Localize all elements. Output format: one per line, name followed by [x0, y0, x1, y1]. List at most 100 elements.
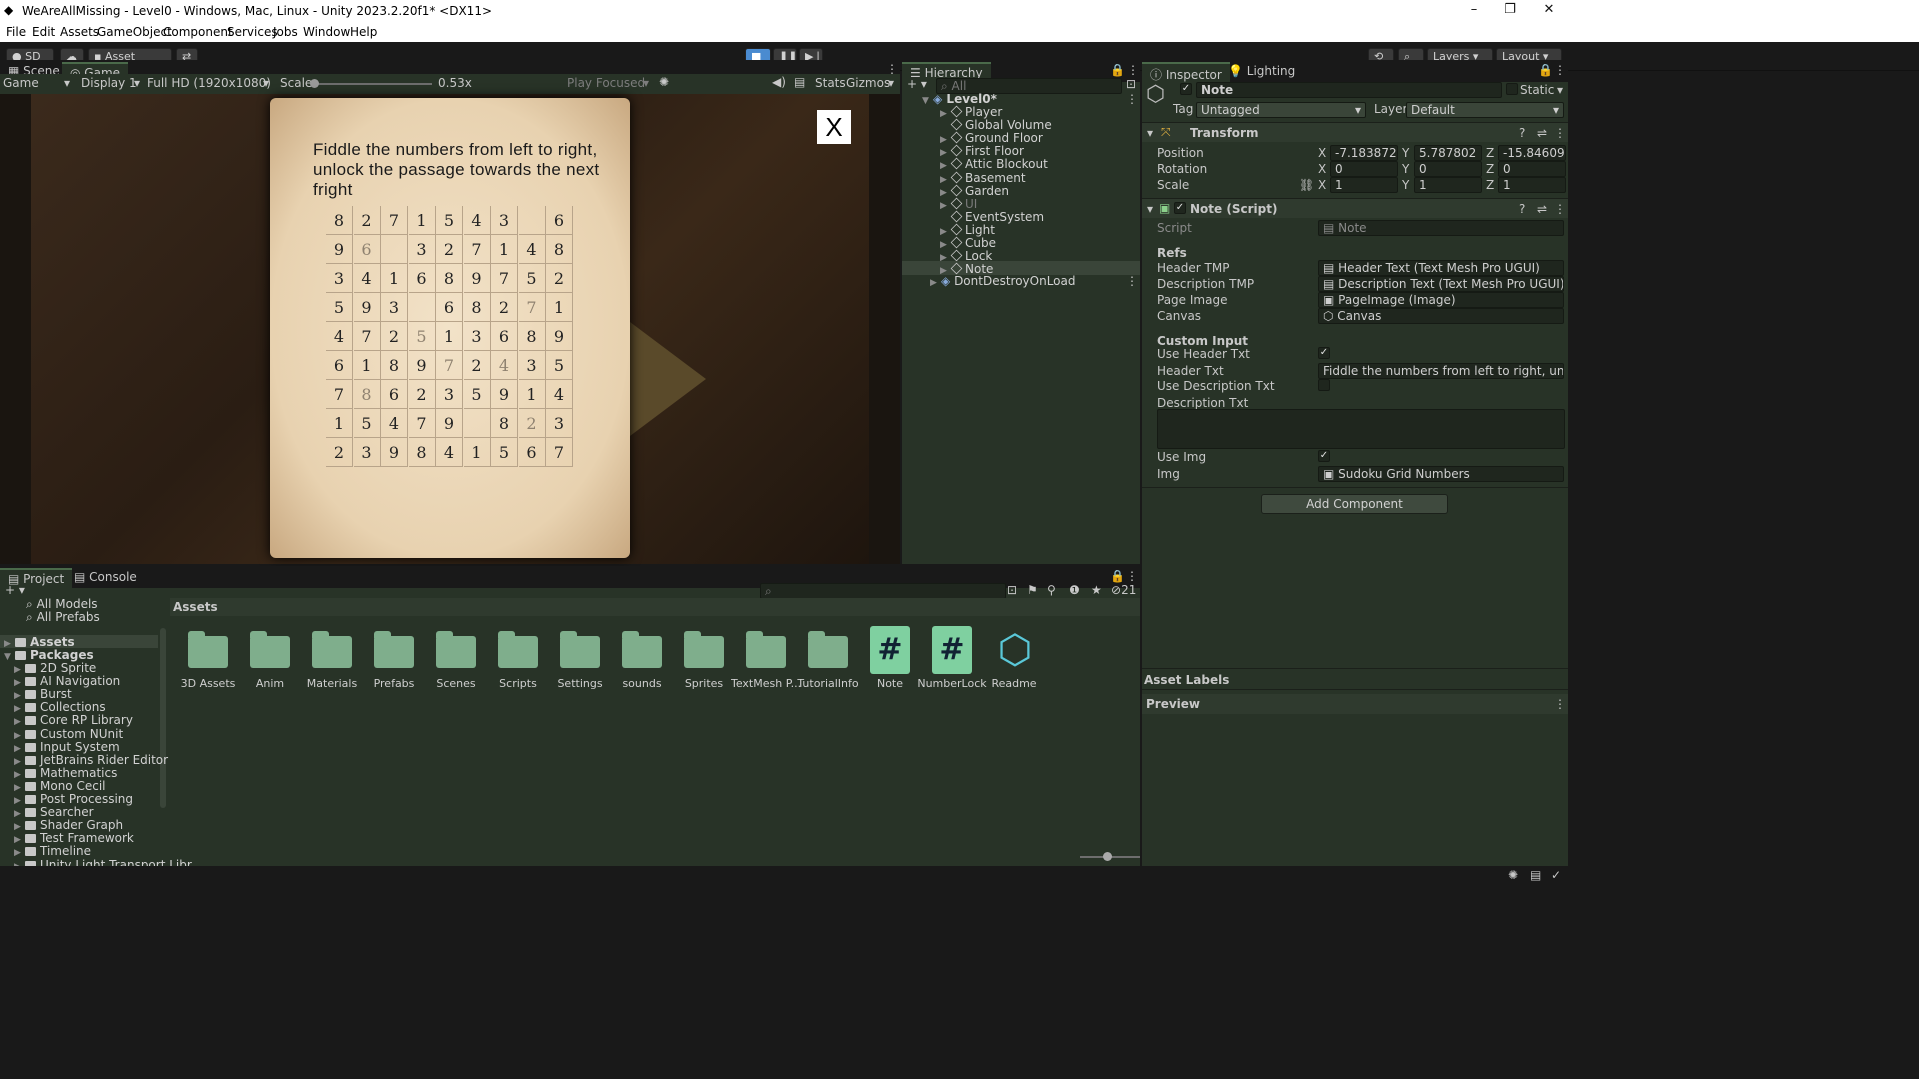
folder-icon[interactable] — [312, 631, 352, 668]
description-tmp-field[interactable]: ▤ Description Text (Text Mesh Pro UGUI) — [1318, 276, 1564, 292]
hidden-packages-toggle[interactable]: ⊘21 — [1111, 583, 1136, 597]
game-mode-arrow-icon[interactable]: ▾ — [64, 76, 70, 90]
folder-icon[interactable] — [746, 631, 786, 668]
package-item[interactable]: ▶ JetBrains Rider Editor — [14, 753, 168, 767]
csharp-script-icon[interactable]: # — [932, 626, 972, 674]
log-filter-icon[interactable]: ❶ — [1069, 583, 1080, 597]
breadcrumb-assets[interactable]: Assets — [173, 600, 218, 614]
menu-gameobject[interactable]: GameObject — [97, 25, 172, 39]
static-checkbox[interactable] — [1506, 83, 1518, 95]
hierarchy-item[interactable]: ▶ Cube — [940, 236, 996, 250]
folder-icon[interactable] — [560, 631, 600, 668]
script-help-icon[interactable]: ? — [1519, 202, 1525, 216]
menu-file[interactable]: File — [6, 25, 26, 39]
search-options-icon[interactable]: ⊡ — [1126, 77, 1136, 91]
asset-name[interactable]: 3D Assets — [173, 677, 243, 690]
progress-check-icon[interactable]: ✓ — [1551, 868, 1561, 882]
minimize-button[interactable]: – — [1454, 2, 1494, 17]
menu-help[interactable]: Help — [350, 25, 377, 39]
game-viewport[interactable]: Fiddle the numbers from left to right, u… — [0, 94, 900, 564]
package-item[interactable]: ▶ Shader Graph — [14, 818, 123, 832]
position-x-input[interactable]: -7.183872 — [1330, 145, 1398, 161]
package-item[interactable]: ▶ Burst — [14, 687, 72, 701]
play-focused-arrow-icon[interactable]: ▾ — [643, 76, 649, 90]
img-field[interactable]: ▣ Sudoku Grid Numbers — [1318, 466, 1564, 482]
script-enabled-checkbox[interactable]: ✓ — [1174, 202, 1186, 214]
readme-icon[interactable]: ⬡ — [992, 626, 1038, 674]
package-item[interactable]: ▶ Timeline — [14, 844, 91, 858]
search-by-label-icon[interactable]: ⚑ — [1027, 583, 1038, 597]
menu-edit[interactable]: Edit — [32, 25, 55, 39]
rotation-z-input[interactable]: 0 — [1498, 161, 1566, 177]
folder-icon[interactable] — [374, 631, 414, 668]
component-menu-icon[interactable]: ⋮ — [1554, 126, 1566, 140]
asset-labels-bar[interactable]: Asset Labels — [1142, 668, 1568, 690]
asset-name[interactable]: Readme — [979, 677, 1049, 690]
keyboard-shortcuts-icon[interactable]: ▤ — [794, 75, 805, 89]
bug-icon[interactable]: ✺ — [659, 75, 669, 89]
search-by-tag-icon[interactable]: ⚲ — [1047, 583, 1056, 597]
object-name-input[interactable]: Note — [1196, 82, 1502, 98]
add-component-button[interactable]: Add Component — [1261, 494, 1448, 514]
asset-name[interactable]: sounds — [607, 677, 677, 690]
inspector-lock-icon[interactable]: 🔒 — [1538, 63, 1553, 77]
rotation-x-input[interactable]: 0 — [1330, 161, 1398, 177]
transform-foldout-icon[interactable]: ▾ — [1147, 126, 1153, 140]
script-menu-icon[interactable]: ⋮ — [1554, 202, 1566, 216]
asset-name[interactable]: Prefabs — [359, 677, 429, 690]
tree-assets-root[interactable]: ▶ Assets — [4, 635, 75, 649]
resolution-arrow-icon[interactable]: ▾ — [263, 76, 269, 90]
header-tmp-field[interactable]: ▤ Header Text (Text Mesh Pro UGUI) — [1318, 260, 1564, 276]
folder-icon[interactable] — [622, 631, 662, 668]
scene-menu-icon[interactable]: ⋮ — [1126, 92, 1138, 106]
asset-name[interactable]: Note — [855, 677, 925, 690]
tree-packages-root[interactable]: ▼ Packages — [4, 648, 94, 662]
close-window-button[interactable]: ✕ — [1529, 2, 1569, 17]
preview-menu-icon[interactable]: ⋮ — [1554, 697, 1566, 711]
asset-name[interactable]: Scenes — [421, 677, 491, 690]
menu-assets[interactable]: Assets — [60, 25, 99, 39]
debug-icon[interactable]: ✺ — [1508, 868, 1518, 882]
inspector-menu-icon[interactable]: ⋮ — [1554, 63, 1566, 77]
hierarchy-item[interactable]: ▶ Player — [940, 105, 1002, 119]
icon-size-slider-handle[interactable] — [1103, 852, 1112, 861]
asset-name[interactable]: Settings — [545, 677, 615, 690]
layer-dropdown[interactable]: Default ▾ — [1406, 102, 1564, 118]
header-txt-input[interactable]: Fiddle the numbers from left to right, u… — [1318, 363, 1564, 379]
game-mode-dropdown[interactable]: Game — [3, 76, 39, 90]
package-item[interactable]: ▶ Input System — [14, 740, 120, 754]
folder-icon[interactable] — [808, 631, 848, 668]
asset-name[interactable]: NumberLock — [917, 677, 987, 690]
package-item[interactable]: ▶ Mathematics — [14, 766, 117, 780]
package-item[interactable]: ▶ Searcher — [14, 805, 94, 819]
preview-bar[interactable]: Preview ⋮ — [1142, 694, 1568, 714]
asset-name[interactable]: Scripts — [483, 677, 553, 690]
hierarchy-item[interactable]: ▶ First Floor — [940, 144, 1024, 158]
asset-name[interactable]: Sprites — [669, 677, 739, 690]
scale-slider[interactable] — [312, 83, 432, 85]
display-arrow-icon[interactable]: ▾ — [134, 76, 140, 90]
hierarchy-item[interactable]: ▶ Garden — [940, 184, 1009, 198]
script-preset-icon[interactable]: ⇌ — [1537, 202, 1547, 216]
description-txt-input[interactable] — [1157, 409, 1565, 449]
hierarchy-menu-icon[interactable]: ⋮ — [1127, 63, 1139, 77]
scene-root[interactable]: ▼ ◈ Level0* — [922, 92, 997, 106]
menu-services[interactable]: Services — [227, 25, 278, 39]
use-description-checkbox[interactable] — [1318, 379, 1330, 391]
favorite-item[interactable]: ⌕ All Prefabs — [26, 610, 100, 625]
favorites-icon[interactable]: ★ — [1091, 583, 1102, 597]
package-item[interactable]: ▶ Custom NUnit — [14, 727, 123, 741]
menu-component[interactable]: Component — [163, 25, 233, 39]
resolution-dropdown[interactable]: Full HD (1920x1080) — [147, 76, 271, 90]
gizmos-arrow-icon[interactable]: ▾ — [888, 76, 894, 90]
tab-inspector[interactable]: ⓘ Inspector — [1142, 62, 1230, 82]
rotation-y-input[interactable]: 0 — [1414, 161, 1482, 177]
scale-y-input[interactable]: 1 — [1414, 177, 1482, 193]
gizmos-toggle[interactable]: Gizmos — [846, 76, 890, 90]
menu-jobs[interactable]: Jobs — [273, 25, 298, 39]
project-search-input[interactable]: ⌕ — [760, 583, 1006, 599]
dont-destroy-root[interactable]: ▶ ◈ DontDestroyOnLoad — [930, 274, 1076, 288]
package-item[interactable]: ▶ 2D Sprite — [14, 661, 96, 675]
hierarchy-item[interactable]: EventSystem — [940, 210, 1044, 224]
preset-icon[interactable]: ⇌ — [1537, 126, 1547, 140]
